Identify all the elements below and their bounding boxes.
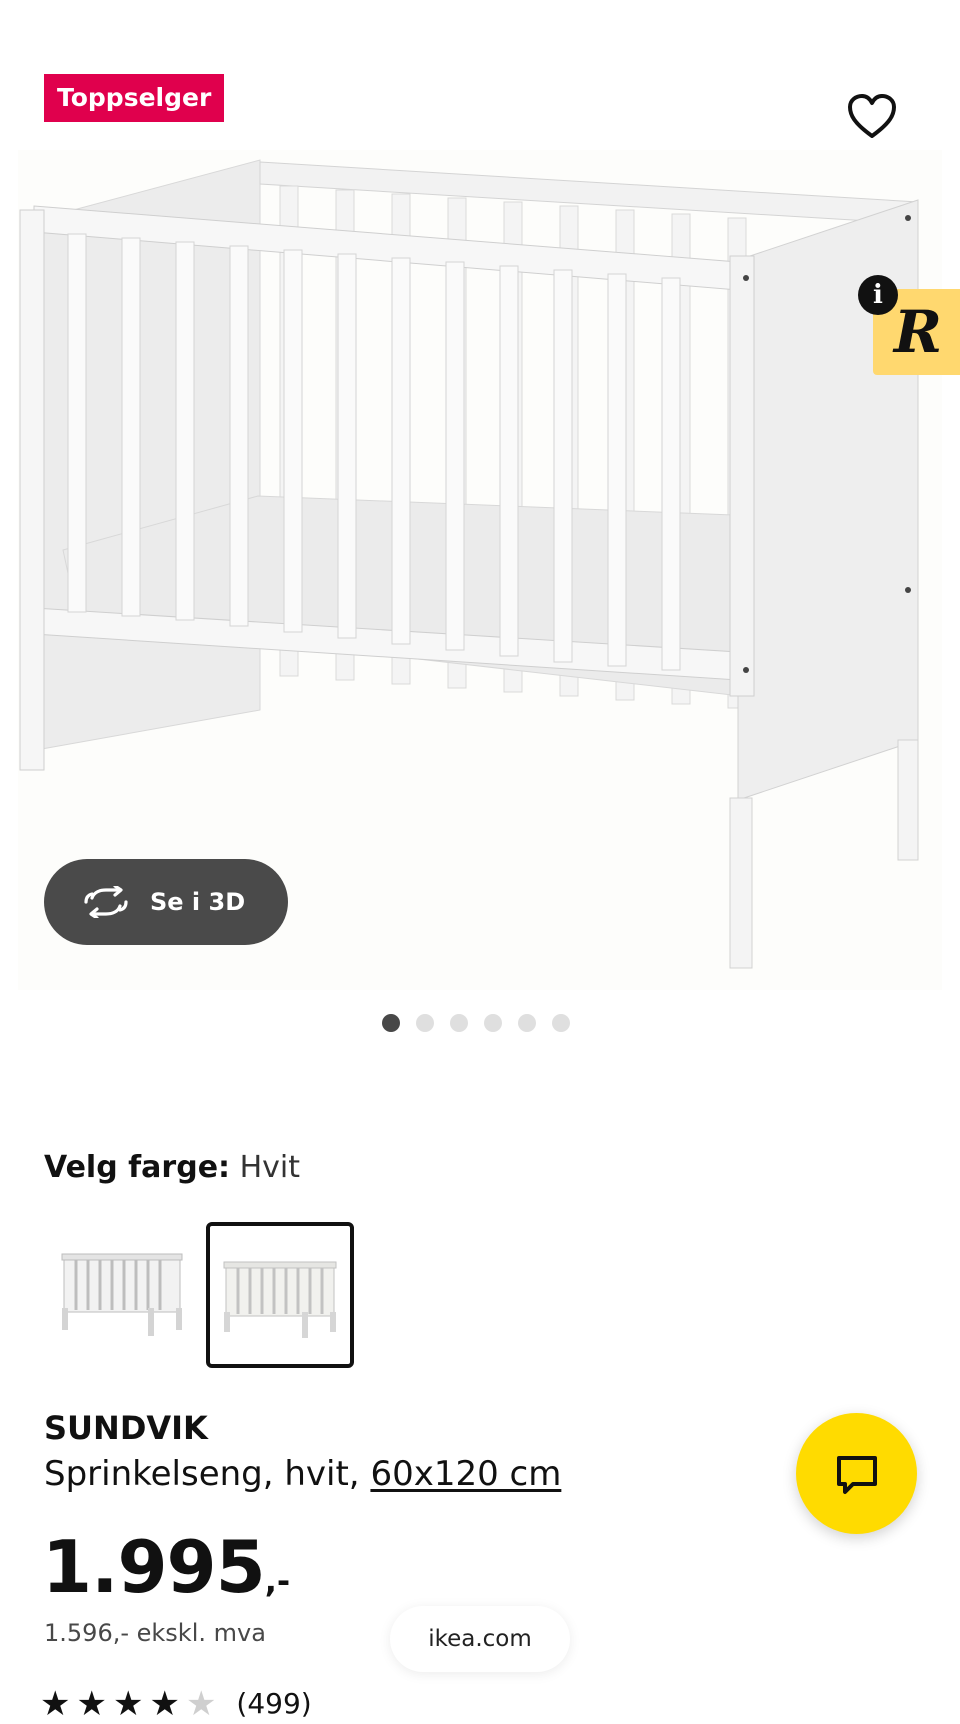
rotate-3d-icon	[84, 886, 128, 918]
star-icon: ★	[40, 1684, 71, 1724]
carousel-dots	[382, 1014, 570, 1034]
carousel-dot[interactable]	[552, 1014, 570, 1032]
view-3d-label: Se i 3D	[150, 888, 246, 916]
price-suffix: ,-	[264, 1562, 291, 1600]
product-brand: SUNDVIK	[44, 1409, 208, 1447]
star-icon: ★	[76, 1684, 107, 1724]
price-main: 1.995	[42, 1525, 266, 1609]
view-3d-button[interactable]: Se i 3D	[44, 859, 288, 945]
bestseller-badge: Toppselger	[44, 74, 225, 122]
info-icon[interactable]: i	[858, 275, 898, 315]
rating-count: (499)	[236, 1687, 312, 1720]
product-measurement-link[interactable]: 60x120 cm	[370, 1454, 561, 1494]
carousel-dot[interactable]	[382, 1014, 400, 1032]
heart-outline-icon	[848, 94, 896, 138]
star-icon: ★	[112, 1684, 144, 1724]
carousel-dot[interactable]	[518, 1014, 536, 1032]
crib-thumbnail	[61, 1253, 183, 1336]
rating[interactable]: ★ ★ ★ ★ ★ (499)	[40, 1684, 312, 1724]
half-star-icon: ★	[185, 1684, 217, 1724]
carousel-dot[interactable]	[450, 1014, 468, 1032]
favorite-button[interactable]	[846, 92, 898, 142]
r-logo: R	[893, 298, 943, 366]
carousel-dot[interactable]	[484, 1014, 502, 1032]
product-type: Sprinkelseng, hvit,	[44, 1454, 360, 1494]
product-price: 1.995,-	[42, 1524, 290, 1624]
color-label-value: Hvit	[239, 1150, 301, 1185]
price-ex-vat: 1.596,- ekskl. mva	[44, 1619, 266, 1647]
chat-bubble-icon	[836, 1455, 877, 1494]
product-description: Sprinkelseng, hvit, 60x120 cm	[44, 1452, 561, 1496]
url-pill[interactable]: ikea.com	[390, 1606, 570, 1672]
chat-button[interactable]	[796, 1413, 917, 1534]
star-icon: ★	[149, 1684, 180, 1724]
color-selector-label: Velg farge: Hvit	[44, 1148, 300, 1188]
color-label-key: Velg farge:	[44, 1150, 231, 1185]
color-swatch[interactable]	[52, 1222, 200, 1368]
crib-thumbnail	[223, 1261, 337, 1338]
color-swatch-selected[interactable]	[206, 1222, 354, 1368]
carousel-dot[interactable]	[416, 1014, 434, 1032]
